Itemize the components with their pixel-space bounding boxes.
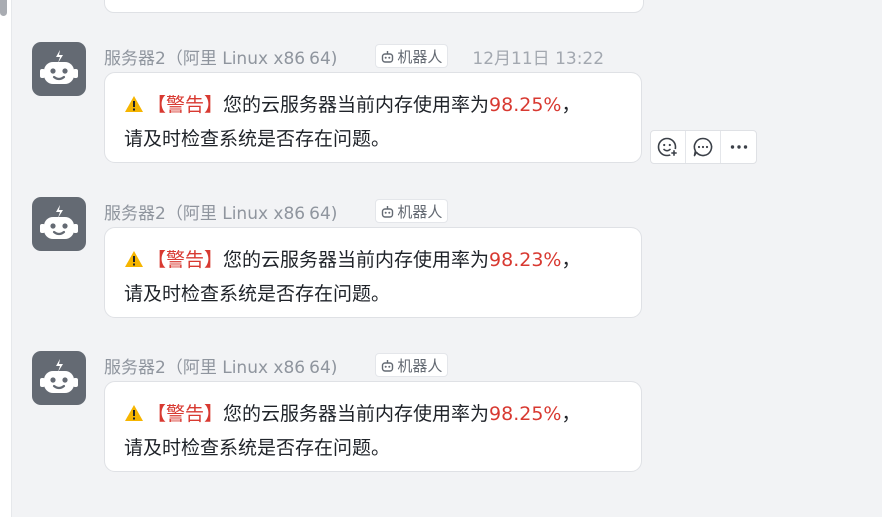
message-line-1: 【警告】您的云服务器当前内存使用率为98.25%， bbox=[124, 399, 581, 426]
bot-tag: 机器人 bbox=[375, 199, 449, 223]
message-bubble[interactable]: 【警告】您的云服务器当前内存使用率为98.25%， 请及时检查系统是否存在问题。 bbox=[104, 72, 642, 163]
left-panel-edge bbox=[0, 0, 12, 517]
previous-message-bubble bbox=[104, 0, 644, 13]
warning-icon bbox=[125, 96, 143, 112]
warning-label: 【警告】 bbox=[147, 94, 224, 116]
memory-usage-value: 98.25% bbox=[489, 94, 562, 116]
message-line-1: 【警告】您的云服务器当前内存使用率为98.25%， bbox=[124, 90, 581, 117]
memory-usage-value: 98.23% bbox=[489, 249, 562, 271]
memory-usage-value: 98.25% bbox=[489, 403, 562, 425]
bot-tag: 机器人 bbox=[375, 353, 449, 377]
bot-tag-label: 机器人 bbox=[397, 202, 443, 221]
warning-icon bbox=[125, 251, 143, 267]
message-text: 您的云服务器当前内存使用率为 bbox=[223, 249, 490, 271]
robot-tag-icon bbox=[382, 50, 394, 63]
message-line-2: 请及时检查系统是否存在问题。 bbox=[124, 283, 391, 305]
message-line-1: 【警告】您的云服务器当前内存使用率为98.23%， bbox=[124, 245, 581, 272]
add-reaction-button[interactable] bbox=[651, 131, 686, 163]
warning-label: 【警告】 bbox=[147, 403, 224, 425]
robot-icon bbox=[40, 50, 78, 84]
message-bubble[interactable]: 【警告】您的云服务器当前内存使用率为98.25%， 请及时检查系统是否存在问题。 bbox=[104, 381, 642, 472]
sender-name[interactable]: 服务器2（阿里 Linux x86 64) bbox=[104, 199, 337, 224]
message-text: 您的云服务器当前内存使用率为 bbox=[223, 403, 490, 425]
message-line-2: 请及时检查系统是否存在问题。 bbox=[124, 437, 391, 459]
robot-tag-icon bbox=[382, 359, 394, 372]
comma: ， bbox=[561, 249, 581, 271]
comma: ， bbox=[561, 94, 581, 116]
reply-icon bbox=[693, 137, 713, 157]
message-line-2: 请及时检查系统是否存在问题。 bbox=[124, 128, 391, 150]
robot-icon bbox=[40, 205, 78, 239]
scrollbar-thumb[interactable] bbox=[0, 0, 7, 16]
bot-tag-label: 机器人 bbox=[397, 47, 443, 66]
more-button[interactable] bbox=[721, 131, 756, 163]
comma: ， bbox=[561, 403, 581, 425]
timestamp: 12月11日 13:22 bbox=[472, 48, 605, 69]
bot-tag: 机器人 bbox=[375, 44, 449, 68]
robot-tag-icon bbox=[382, 205, 394, 218]
more-icon bbox=[730, 145, 747, 149]
sender-name[interactable]: 服务器2（阿里 Linux x86 64) bbox=[104, 353, 337, 378]
reply-button[interactable] bbox=[686, 131, 721, 163]
bot-avatar[interactable] bbox=[32, 42, 86, 96]
bot-avatar[interactable] bbox=[32, 351, 86, 405]
message-hover-toolbar bbox=[650, 130, 757, 164]
warning-label: 【警告】 bbox=[147, 249, 224, 271]
message-text: 您的云服务器当前内存使用率为 bbox=[223, 94, 490, 116]
message-bubble[interactable]: 【警告】您的云服务器当前内存使用率为98.23%， 请及时检查系统是否存在问题。 bbox=[104, 227, 642, 318]
bot-tag-label: 机器人 bbox=[397, 356, 443, 375]
add-reaction-icon bbox=[657, 137, 679, 158]
robot-icon bbox=[40, 359, 78, 393]
sender-name[interactable]: 服务器2（阿里 Linux x86 64) bbox=[104, 44, 337, 69]
bot-avatar[interactable] bbox=[32, 197, 86, 251]
warning-icon bbox=[125, 405, 143, 421]
